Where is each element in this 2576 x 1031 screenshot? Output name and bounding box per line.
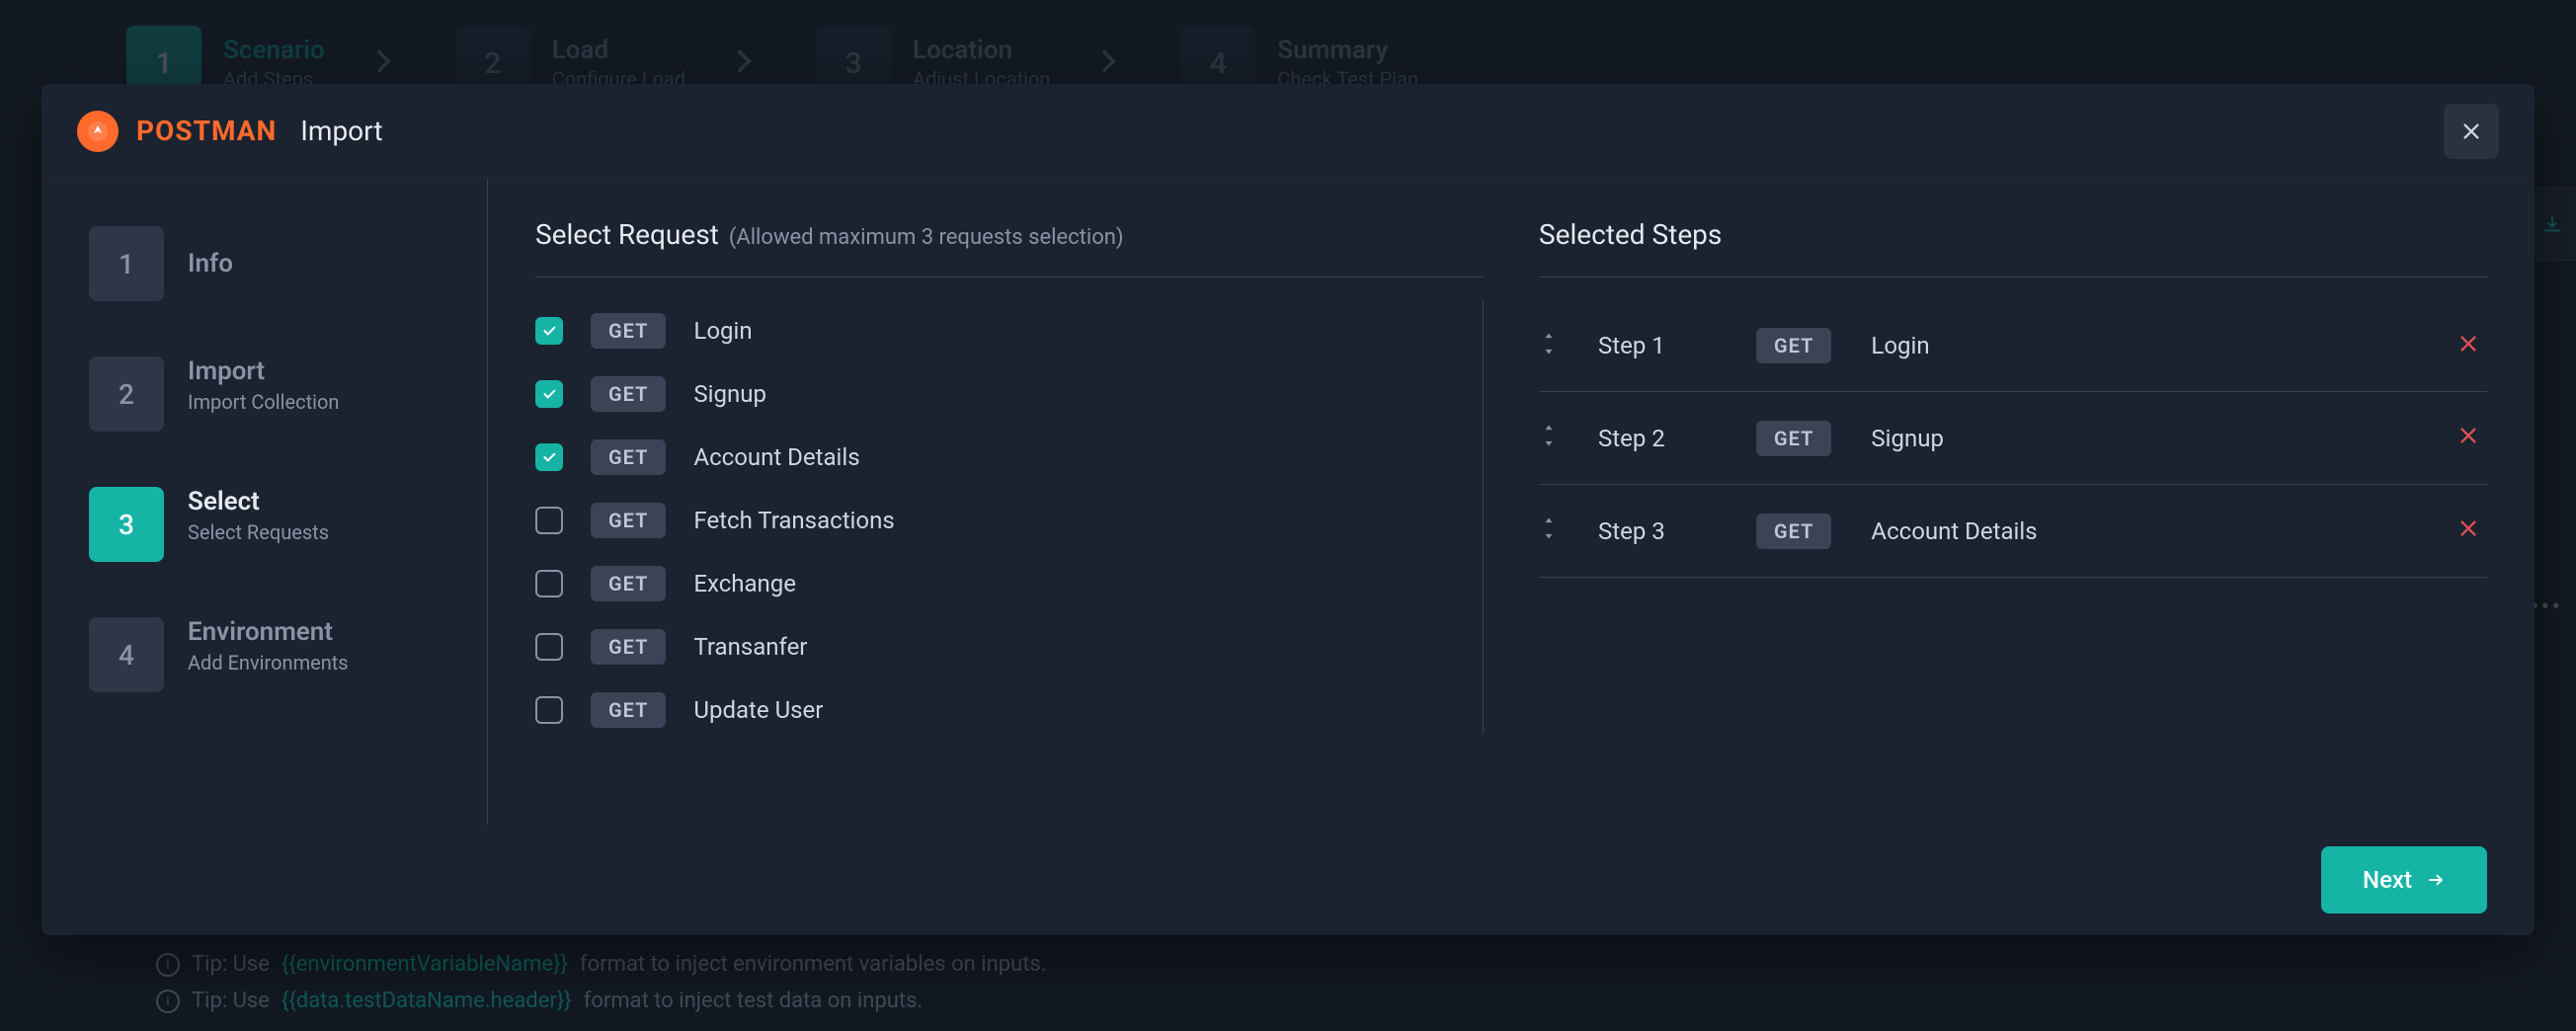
select-request-hint: (Allowed maximum 3 requests selection) <box>729 225 1124 250</box>
request-name: Transanfer <box>693 633 807 661</box>
step-label: Step 2 <box>1598 425 1717 452</box>
side-step-import[interactable]: 2 Import Import Collection <box>89 357 451 432</box>
selected-steps-column: Selected Steps Step 1 GET Login <box>1539 218 2487 825</box>
side-step-number: 2 <box>89 357 164 432</box>
method-badge: GET <box>1756 328 1831 363</box>
request-name: Signup <box>693 380 766 408</box>
side-step-number: 3 <box>89 487 164 562</box>
modal-header: POSTMAN Import <box>41 84 2535 179</box>
side-step-title: Info <box>188 249 233 278</box>
method-badge: GET <box>591 566 666 601</box>
request-checkbox[interactable] <box>535 317 563 345</box>
remove-step-button[interactable] <box>2450 510 2487 552</box>
side-step-environment[interactable]: 4 Environment Add Environments <box>89 617 451 692</box>
selected-step-row: Step 3 GET Account Details <box>1539 485 2487 578</box>
next-button[interactable]: Next <box>2321 846 2487 913</box>
side-step-title: Import <box>188 357 339 386</box>
select-request-title: Select Request (Allowed maximum 3 reques… <box>535 218 1484 251</box>
selected-step-row: Step 2 GET Signup <box>1539 392 2487 485</box>
request-row: GET Fetch Transactions <box>535 503 1443 538</box>
side-step-info[interactable]: 1 Info <box>89 226 451 301</box>
selected-steps-title-text: Selected Steps <box>1539 218 1722 251</box>
request-checkbox[interactable] <box>535 507 563 534</box>
step-name: Account Details <box>1871 517 2037 545</box>
method-badge: GET <box>591 313 666 349</box>
side-step-subtitle: Import Collection <box>188 390 339 414</box>
side-step-subtitle: Add Environments <box>188 651 349 674</box>
step-name: Login <box>1871 332 1929 359</box>
remove-step-button[interactable] <box>2450 325 2487 367</box>
request-name: Exchange <box>693 570 796 597</box>
selected-steps-list: Step 1 GET Login Step 2 GET Signup <box>1539 299 2487 578</box>
selected-steps-title: Selected Steps <box>1539 218 2487 251</box>
arrow-right-icon <box>2426 870 2446 890</box>
request-name: Update User <box>693 696 823 724</box>
request-name: Fetch Transactions <box>693 507 894 534</box>
method-badge: GET <box>591 376 666 412</box>
drag-handle-icon[interactable] <box>1539 330 1559 362</box>
method-badge: GET <box>591 629 666 665</box>
request-checkbox[interactable] <box>535 380 563 408</box>
step-label: Step 1 <box>1598 332 1717 359</box>
side-step-select[interactable]: 3 Select Select Requests <box>89 487 451 562</box>
request-checkbox[interactable] <box>535 696 563 724</box>
close-icon <box>2460 120 2482 142</box>
select-request-column: Select Request (Allowed maximum 3 reques… <box>535 218 1484 825</box>
select-request-title-text: Select Request <box>535 218 719 251</box>
request-list: GET Login GET Signup GET Account Details <box>535 299 1484 734</box>
request-row: GET Exchange <box>535 566 1443 601</box>
request-checkbox[interactable] <box>535 633 563 661</box>
postman-brand: POSTMAN <box>136 115 277 147</box>
side-step-title: Environment <box>188 617 349 647</box>
method-badge: GET <box>1756 421 1831 456</box>
drag-handle-icon[interactable] <box>1539 422 1559 454</box>
modal-content: Select Request (Allowed maximum 3 reques… <box>488 179 2535 825</box>
method-badge: GET <box>591 692 666 728</box>
method-badge: GET <box>591 439 666 475</box>
step-label: Step 3 <box>1598 517 1717 545</box>
selected-step-row: Step 1 GET Login <box>1539 299 2487 392</box>
drag-handle-icon[interactable] <box>1539 515 1559 547</box>
request-checkbox[interactable] <box>535 443 563 471</box>
method-badge: GET <box>591 503 666 538</box>
divider <box>1539 277 2487 278</box>
side-step-title: Select <box>188 487 329 516</box>
close-button[interactable] <box>2444 104 2499 159</box>
next-button-label: Next <box>2363 866 2412 894</box>
step-name: Signup <box>1871 425 1944 452</box>
close-icon <box>2457 425 2479 446</box>
close-icon <box>2457 333 2479 355</box>
request-row: GET Account Details <box>535 439 1443 475</box>
request-name: Login <box>693 317 752 345</box>
modal-sidebar: 1 Info 2 Import Import Collection 3 Sele… <box>41 179 488 825</box>
method-badge: GET <box>1756 514 1831 549</box>
close-icon <box>2457 517 2479 539</box>
side-step-number: 4 <box>89 617 164 692</box>
modal-footer: Next <box>41 825 2535 935</box>
request-row: GET Signup <box>535 376 1443 412</box>
import-modal: POSTMAN Import 1 Info 2 Import Import Co… <box>41 84 2535 935</box>
remove-step-button[interactable] <box>2450 417 2487 459</box>
request-checkbox[interactable] <box>535 570 563 597</box>
side-step-number: 1 <box>89 226 164 301</box>
request-row: GET Update User <box>535 692 1443 728</box>
request-row: GET Transanfer <box>535 629 1443 665</box>
side-step-subtitle: Select Requests <box>188 520 329 544</box>
request-name: Account Details <box>693 443 859 471</box>
postman-logo-icon <box>77 111 119 152</box>
request-row: GET Login <box>535 313 1443 349</box>
modal-title: Import <box>300 115 382 147</box>
divider <box>535 277 1484 278</box>
